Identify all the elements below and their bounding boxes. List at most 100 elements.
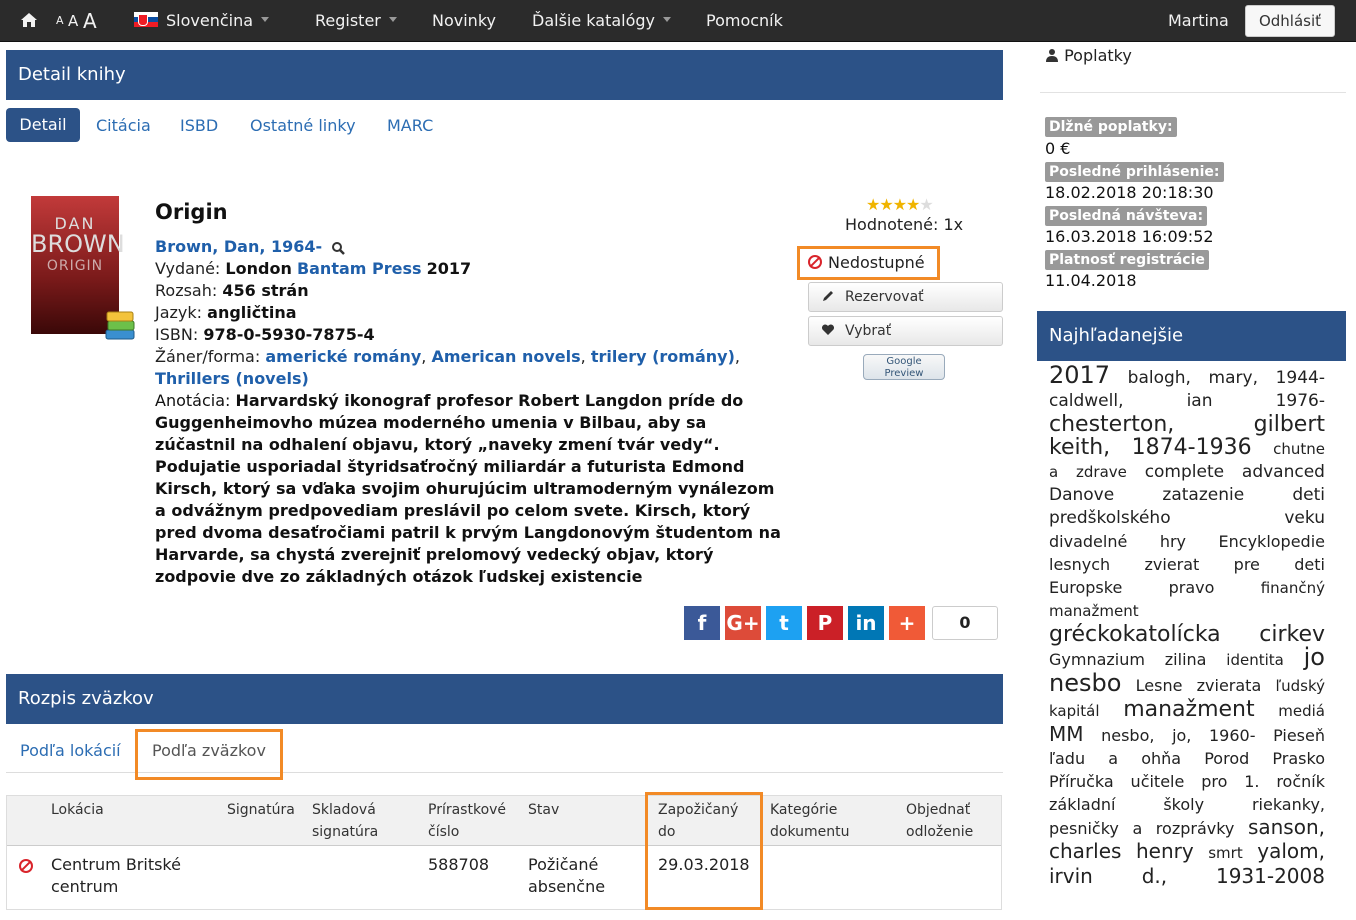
tag-link[interactable]: pesničky (1049, 817, 1119, 840)
tag-link[interactable]: zvierat (1145, 553, 1200, 576)
user-name[interactable]: Martina (1168, 0, 1229, 42)
linkedin-icon[interactable]: in (848, 606, 884, 640)
tag-link[interactable]: 1976- (1276, 390, 1325, 413)
star-filled-icon[interactable]: ★ (866, 195, 880, 214)
catalogs-menu[interactable]: Ďalšie katalógy (532, 0, 672, 42)
tag-link[interactable]: deti (1294, 553, 1325, 576)
tag-link[interactable]: Danove (1049, 484, 1114, 507)
twitter-icon[interactable]: t (766, 606, 802, 640)
language-dropdown[interactable]: Slovenčina (134, 0, 270, 42)
tag-link[interactable]: yalom, (1257, 840, 1325, 863)
tag-link[interactable]: 1. (1244, 770, 1259, 793)
tag-link[interactable]: ľudský (1275, 675, 1325, 698)
tab-isbd[interactable]: ISBD (180, 116, 218, 135)
tag-link[interactable]: chesterton, (1049, 413, 1174, 436)
tag-link[interactable]: základní (1049, 793, 1115, 816)
tag-link[interactable]: gilbert (1254, 413, 1325, 436)
tag-link[interactable]: nesbo, (1101, 724, 1154, 747)
reserve-button[interactable]: Rezervovať (808, 282, 1003, 312)
tag-link[interactable]: keith, (1049, 436, 1110, 459)
star-filled-icon[interactable]: ★ (879, 195, 893, 214)
tag-link[interactable]: pre (1234, 553, 1260, 576)
tag-link[interactable]: Pieseň (1273, 724, 1325, 747)
tag-link[interactable]: Příručka (1049, 770, 1114, 793)
tab-citation[interactable]: Citácia (96, 116, 151, 135)
tag-link[interactable]: manažment (1049, 600, 1139, 623)
pinterest-icon[interactable]: P (807, 606, 843, 640)
tag-link[interactable]: advanced (1242, 461, 1325, 484)
tag-link[interactable]: 1944- (1276, 367, 1325, 390)
fees-link[interactable]: Poplatky (1045, 46, 1132, 65)
tag-link[interactable]: jo, (1172, 724, 1191, 747)
tag-link[interactable]: mary, (1209, 367, 1258, 390)
rating-stars[interactable]: ★★★★★ (866, 195, 934, 214)
tag-link[interactable]: školy (1163, 793, 1204, 816)
tag-link[interactable]: 1960- (1209, 724, 1256, 747)
tag-link[interactable]: henry (1136, 840, 1194, 863)
tag-link[interactable]: učitele (1131, 770, 1185, 793)
font-size-large[interactable]: A (83, 0, 97, 42)
tag-link[interactable]: rozprávky (1156, 817, 1235, 840)
tag-link[interactable]: Gymnazium (1049, 648, 1145, 671)
genre-link[interactable]: American novels (431, 347, 580, 366)
tab-by-location[interactable]: Podľa lokácií (20, 741, 121, 760)
tab-detail[interactable]: Detail (6, 108, 80, 142)
news-link[interactable]: Novinky (432, 0, 496, 42)
genre-link[interactable]: americké romány (265, 347, 421, 366)
publisher-link[interactable]: Bantam Press (297, 259, 422, 278)
tag-link[interactable]: predškolského (1049, 507, 1171, 530)
star-empty-icon[interactable]: ★ (919, 195, 933, 214)
select-button[interactable]: Vybrať (808, 316, 1003, 346)
tag-link[interactable]: veku (1284, 507, 1325, 530)
genre-link[interactable]: trilery (romány) (591, 347, 735, 366)
tag-link[interactable]: zdrave (1076, 461, 1127, 484)
googleplus-icon[interactable]: G+ (725, 606, 761, 640)
tag-link[interactable]: caldwell, (1049, 390, 1124, 413)
font-size-small[interactable]: A (56, 0, 64, 42)
tag-link[interactable]: Porod (1204, 747, 1249, 770)
search-icon[interactable] (331, 241, 346, 255)
star-filled-icon[interactable]: ★ (906, 195, 920, 214)
tag-link[interactable]: Encyklopedie (1219, 530, 1325, 553)
tag-link[interactable]: Prasko (1272, 747, 1325, 770)
tag-link[interactable]: Europske (1049, 576, 1122, 599)
tag-link[interactable]: finančný (1261, 577, 1325, 600)
tag-link[interactable]: manažment (1123, 698, 1254, 721)
google-preview-button[interactable]: Google Preview (863, 354, 945, 380)
author-link[interactable]: Brown, Dan, 1964- (155, 237, 322, 256)
tag-link[interactable]: complete (1145, 461, 1224, 484)
tag-link[interactable]: lesnych (1049, 553, 1110, 576)
tag-link[interactable]: jo (1304, 645, 1325, 669)
tab-other-links[interactable]: Ostatné linky (250, 116, 356, 135)
tag-link[interactable]: gréckokatolícka (1049, 623, 1221, 646)
tag-link[interactable]: divadelné (1049, 530, 1127, 553)
tag-link[interactable]: 1874-1936 (1132, 436, 1252, 459)
tag-link[interactable]: a (1108, 747, 1118, 770)
tag-link[interactable]: d., (1142, 865, 1167, 888)
tag-link[interactable]: nesbo (1049, 671, 1121, 695)
tag-link[interactable]: identita (1226, 649, 1284, 672)
home-icon[interactable] (20, 0, 38, 42)
facebook-icon[interactable]: f (684, 606, 720, 640)
more-share-icon[interactable]: + (889, 606, 925, 640)
star-filled-icon[interactable]: ★ (893, 195, 907, 214)
tag-link[interactable]: 1931-2008 (1216, 865, 1325, 888)
tag-link[interactable]: zvierata (1197, 674, 1262, 697)
tag-link[interactable]: mediá (1278, 700, 1325, 723)
tag-link[interactable]: deti (1292, 484, 1325, 507)
tag-link[interactable]: kapitál (1049, 700, 1100, 723)
tag-link[interactable]: charles (1049, 840, 1121, 863)
tab-marc[interactable]: MARC (387, 116, 433, 135)
tag-link[interactable]: zilina (1165, 648, 1207, 671)
tag-link[interactable]: a (1049, 461, 1058, 484)
tag-link[interactable]: pro (1201, 770, 1227, 793)
tag-link[interactable]: 2017 (1049, 363, 1110, 387)
tag-link[interactable]: irvin (1049, 865, 1093, 888)
tag-link[interactable]: ohňa (1141, 747, 1181, 770)
tag-link[interactable]: a (1132, 817, 1142, 840)
tag-link[interactable]: Lesne (1136, 674, 1183, 697)
tag-link[interactable]: smrt (1208, 842, 1242, 865)
tag-link[interactable]: sanson, (1248, 816, 1325, 839)
genre-link[interactable]: Thrillers (novels) (155, 369, 309, 388)
tag-link[interactable]: hry (1160, 530, 1186, 553)
